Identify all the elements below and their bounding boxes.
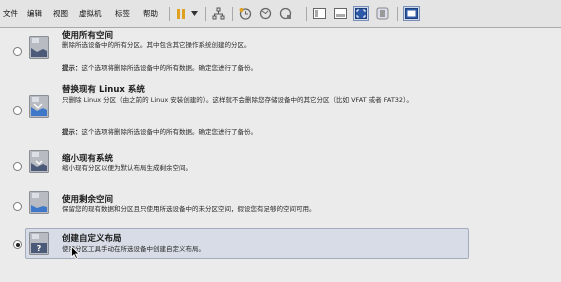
radio-replace-linux[interactable] [13,106,22,115]
tip-text: 这个选项将删除所选设备中的所有数据。确定您进行了备份。 [81,128,258,136]
radio-use-all-space[interactable] [13,47,22,56]
disk-shrink-icon [29,150,49,173]
pause-icon[interactable] [175,6,188,21]
disk-free-space-icon [29,191,49,214]
toolbar-separator [205,7,206,21]
radio-shrink-system[interactable] [13,162,22,171]
radio-use-free-space[interactable] [13,202,22,211]
toolbar-separator [169,7,170,21]
tip-label: 提示： [62,128,82,136]
menu-help[interactable]: 帮助 [143,8,158,19]
option-description: 使用分区工具手动在所选设备中创建自定义布局。 [62,245,205,253]
network-icon[interactable] [211,6,226,21]
radio-custom-layout[interactable] [13,240,22,249]
option-description: 缩小现有分区以便为默认布局生成剩余空间。 [62,164,192,172]
menu-edit[interactable]: 编辑 [27,8,42,19]
thumbnail-icon[interactable] [403,6,420,21]
option-description: 保留您的现有数据和分区且只使用所选设备中的未分区空间，假设您有足够的空间可用。 [62,205,316,213]
option-title: 替换现有 Linux 系统 [62,85,145,95]
mouse-cursor [71,244,80,263]
revert-snapshot-icon[interactable] [258,6,273,21]
option-description: 删除所选设备中的所有分区。其中包含其它操作系统创建的分区。 [62,41,251,49]
tip-text: 这个选项将删除所选设备中的所有数据。确定您进行了备份。 [81,64,258,72]
disk-icon [29,36,49,59]
svg-text:?: ? [37,244,42,253]
disk-replace-icon [29,95,49,118]
fullscreen-icon[interactable] [353,6,369,21]
custom-layout-icon: ? [29,232,49,255]
menu-vm[interactable]: 虚拟机 [79,8,102,19]
vm-toolbar: 文件 编辑 视图 虚拟机 标签 帮助 [0,0,561,28]
menu-file[interactable]: 文件 [3,8,18,19]
unity-icon[interactable] [375,6,390,21]
toolbar-separator [232,7,233,21]
normal-view-icon[interactable] [312,6,327,21]
option-description: 只删除 Linux 分区（由之前的 Linux 安装创建的）。这样就不会删除您存… [62,96,413,104]
tip-label: 提示： [62,64,82,72]
toolbar-separator [306,7,307,21]
menu-view[interactable]: 视图 [53,8,68,19]
console-view-icon[interactable] [333,6,348,21]
dropdown-icon[interactable] [190,6,199,21]
manage-snapshots-icon[interactable] [278,6,293,21]
menu-tabs[interactable]: 标签 [115,8,130,19]
option-tip: 提示：这个选项将删除所选设备中的所有数据。确定您进行了备份。 [62,126,257,136]
option-title: 创建自定义布局 [62,234,122,244]
snapshot-icon[interactable] [238,6,253,21]
toolbar-separator [397,7,398,21]
option-tip: 提示：这个选项将删除所选设备中的所有数据。确定您进行了备份。 [62,62,257,72]
partition-options-panel: 使用所有空间 删除所选设备中的所有分区。其中包含其它操作系统创建的分区。 提示：… [0,28,561,282]
